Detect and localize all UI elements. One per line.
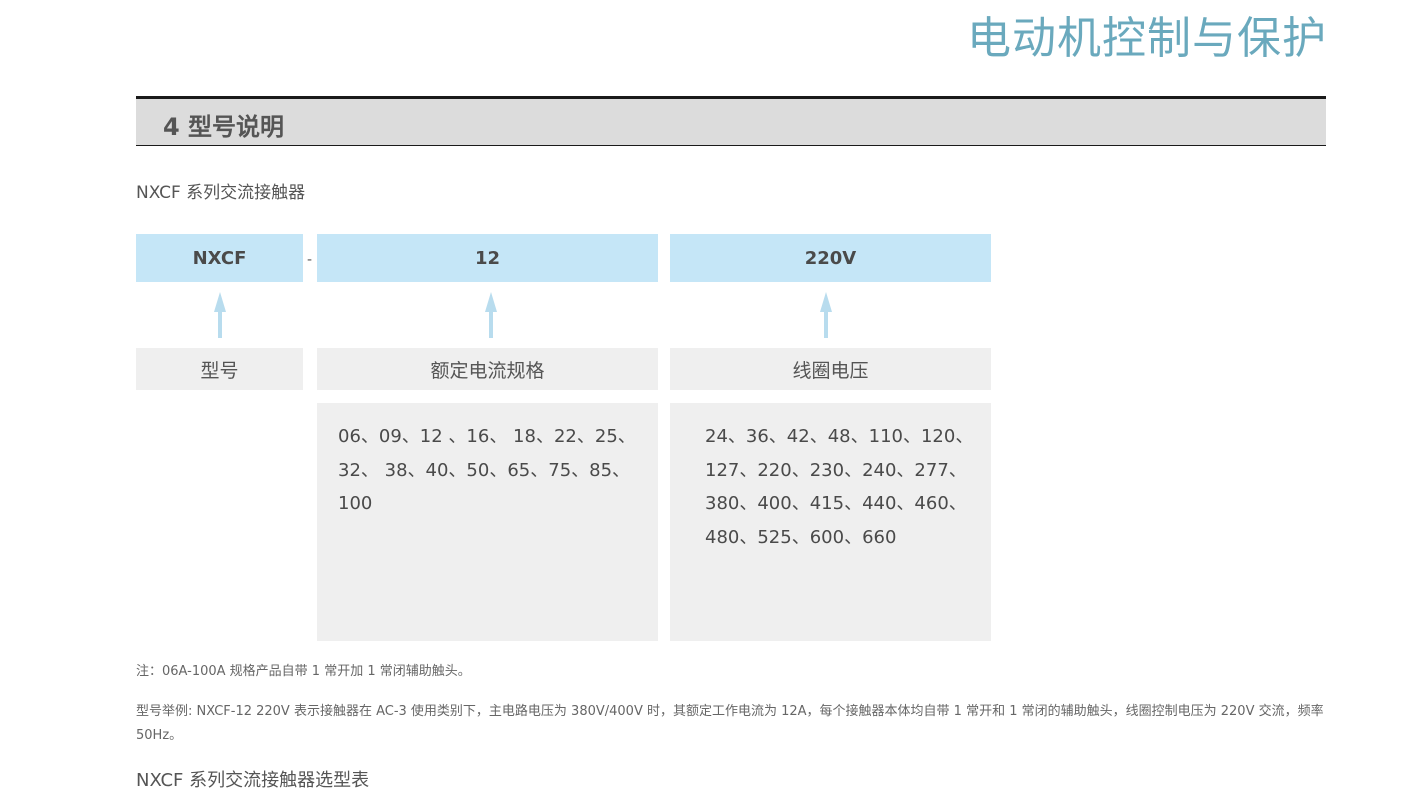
selection-table-title: NXCF 系列交流接触器选型表 (136, 770, 370, 791)
rated-current-values: 06、09、12 、16、 18、22、25、32、 38、40、50、65、7… (317, 403, 658, 641)
current-code-box: 12 (317, 234, 658, 282)
rated-current-label: 额定电流规格 (317, 348, 658, 390)
arrow-up-icon (820, 292, 832, 338)
note-model-example: 型号举例: NXCF-12 220V 表示接触器在 AC-3 使用类别下，主电路… (136, 704, 1324, 743)
model-code-box: NXCF (136, 234, 303, 282)
code-separator: - (307, 252, 313, 268)
coil-voltage-values: 24、36、42、48、110、120、127、220、230、240、277、… (670, 403, 991, 641)
page-header-title: 电动机控制与保护 (967, 13, 1327, 64)
voltage-code-box: 220V (670, 234, 991, 282)
note-auxiliary-contacts: 注：06A-100A 规格产品自带 1 常开加 1 常闭辅助触头。 (136, 664, 471, 679)
arrow-up-icon (214, 292, 226, 338)
section-header-bar: 4 型号说明 (136, 96, 1326, 146)
model-label: 型号 (136, 348, 303, 390)
coil-voltage-label: 线圈电压 (670, 348, 991, 390)
section-title: 4 型号说明 (163, 113, 285, 141)
arrow-up-icon (485, 292, 497, 338)
series-subtitle: NXCF 系列交流接触器 (136, 183, 306, 203)
